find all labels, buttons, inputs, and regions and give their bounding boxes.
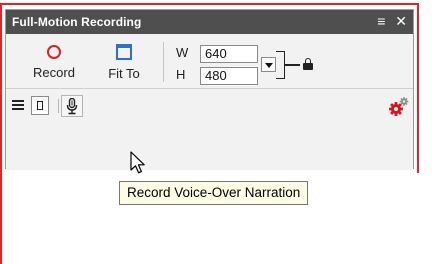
fit-to-label: Fit To — [108, 66, 140, 81]
record-icon — [47, 45, 61, 59]
screenshot-stage: Full-Motion Recording ≡ ✕ Record Fit To … — [0, 0, 444, 264]
lock-aspect-icon[interactable] — [303, 58, 313, 70]
record-button[interactable]: Record — [24, 38, 84, 80]
options-menu-icon[interactable] — [12, 99, 24, 111]
aspect-bracket — [276, 51, 285, 79]
record-label: Record — [33, 65, 75, 80]
settings-gear-icon[interactable] — [388, 96, 410, 118]
record-narration-button[interactable] — [61, 95, 83, 117]
selection-frame-right — [417, 3, 419, 173]
mouse-cursor-icon — [130, 151, 145, 174]
title-controls: ≡ ✕ — [371, 13, 407, 30]
recording-toolbar: Record Fit To W 640 H 480 — [6, 34, 413, 89]
window-icon — [116, 44, 132, 60]
pause-toggle-button[interactable] — [31, 96, 49, 115]
panel-menu-icon[interactable]: ≡ — [377, 13, 385, 29]
panel-body: Record Fit To W 640 H 480 — [6, 34, 413, 170]
height-input[interactable]: 480 — [200, 67, 258, 85]
close-icon[interactable]: ✕ — [395, 13, 407, 29]
aspect-bracket-line — [285, 64, 300, 66]
microphone-icon — [66, 98, 78, 115]
options-toolbar — [6, 89, 413, 129]
panel-title: Full-Motion Recording — [12, 15, 142, 29]
full-motion-recording-panel: Full-Motion Recording ≡ ✕ Record Fit To … — [5, 9, 414, 170]
selection-frame-left — [0, 3, 2, 264]
panel-titlebar[interactable]: Full-Motion Recording ≡ ✕ — [6, 10, 413, 34]
width-label: W — [176, 45, 189, 60]
dimensions-dropdown-button[interactable] — [261, 57, 276, 72]
height-label: H — [176, 67, 186, 82]
width-input[interactable]: 640 — [200, 45, 258, 63]
fit-to-button[interactable]: Fit To — [98, 38, 150, 81]
pause-icon — [37, 101, 43, 110]
selection-frame-top — [0, 3, 419, 5]
toolbar-divider — [163, 42, 164, 82]
options-divider — [58, 99, 59, 113]
tooltip: Record Voice-Over Narration — [119, 181, 309, 205]
